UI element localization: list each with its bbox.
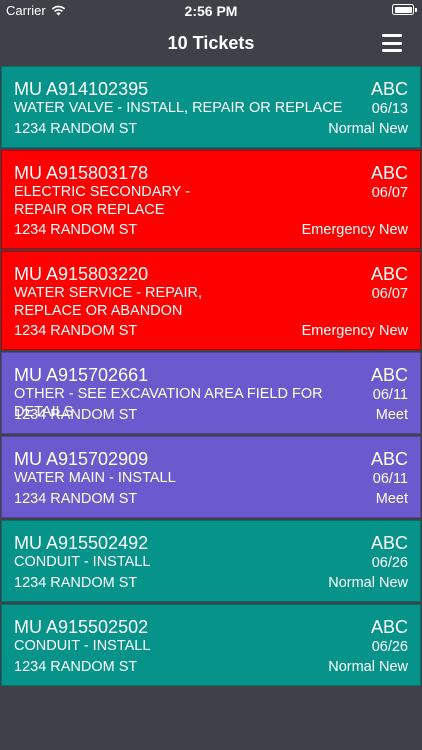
ticket-status: Meet (375, 491, 408, 507)
menu-bar-line (382, 49, 402, 52)
ticket-address: 1234 RANDOM ST (14, 491, 138, 507)
ticket-address: 1234 RANDOM ST (14, 323, 138, 339)
ticket-company: ABC (370, 533, 408, 553)
ticket-status: Emergency New (301, 222, 408, 238)
ticket-id: MU A915502502 (14, 617, 149, 637)
ticket-address: 1234 RANDOM ST (14, 222, 138, 238)
ticket-status: Normal New (328, 659, 408, 675)
battery-icon (392, 4, 417, 15)
ticket-description: WATER MAIN - INSTALL (14, 470, 176, 486)
ticket-id: MU A915803220 (14, 264, 149, 284)
ticket-row[interactable]: MU A915702661 ABC OTHER - SEE EXCAVATION… (1, 352, 421, 434)
ticket-address: 1234 RANDOM ST (14, 121, 138, 137)
ticket-list: MU A914102395 ABC WATER VALVE - INSTALL,… (0, 64, 422, 686)
ticket-id: MU A914102395 (14, 79, 149, 99)
ticket-date: 06/07 (371, 286, 408, 302)
page-title: 10 Tickets (167, 33, 255, 53)
ticket-id: MU A915803178 (14, 163, 149, 183)
ticket-description: WATER VALVE - INSTALL, REPAIR OR REPLACE (14, 100, 343, 116)
ticket-address: 1234 RANDOM ST (14, 407, 138, 423)
ticket-status: Normal New (328, 575, 408, 591)
ticket-company: ABC (370, 617, 408, 637)
ticket-row[interactable]: MU A915502492 ABC CONDUIT - INSTALL 06/2… (1, 520, 421, 602)
ticket-status: Emergency New (301, 323, 408, 339)
ticket-row[interactable]: MU A914102395 ABC WATER VALVE - INSTALL,… (1, 66, 421, 148)
ticket-date: 06/11 (372, 471, 408, 487)
ticket-row[interactable]: MU A915502502 ABC CONDUIT - INSTALL 06/2… (1, 604, 421, 686)
status-time: 2:56 PM (184, 3, 238, 19)
nav-bar: 10 Tickets (0, 22, 422, 64)
hamburger-menu-icon[interactable] (382, 34, 402, 52)
ticket-row[interactable]: MU A915803178 ABC ELECTRIC SECONDARY - R… (1, 150, 421, 249)
ticket-description: CONDUIT - INSTALL (14, 554, 151, 570)
ticket-date: 06/26 (371, 639, 408, 655)
ticket-company: ABC (370, 264, 408, 284)
ticket-description: ELECTRIC SECONDARY - REPAIR OR REPLACE (14, 184, 190, 218)
ticket-status: Normal New (328, 121, 408, 137)
ticket-address: 1234 RANDOM ST (14, 575, 138, 591)
ticket-row[interactable]: MU A915803220 ABC WATER SERVICE - REPAIR… (1, 251, 421, 350)
status-bar: Carrier 2:56 PM (0, 0, 422, 22)
ticket-company: ABC (370, 449, 408, 469)
ticket-date: 06/13 (371, 101, 408, 117)
ticket-row[interactable]: MU A915702909 ABC WATER MAIN - INSTALL 0… (1, 436, 421, 518)
ticket-id: MU A915502492 (14, 533, 149, 553)
ticket-status: Meet (375, 407, 408, 423)
ticket-description: WATER SERVICE - REPAIR, REPLACE OR ABAND… (14, 285, 202, 319)
ticket-company: ABC (370, 79, 408, 99)
ticket-company: ABC (370, 365, 408, 385)
ticket-date: 06/11 (372, 387, 408, 403)
ticket-id: MU A915702909 (14, 449, 149, 469)
status-right (392, 4, 417, 15)
ticket-date: 06/07 (371, 185, 408, 201)
ticket-address: 1234 RANDOM ST (14, 659, 138, 675)
menu-bar-line (382, 41, 402, 45)
ticket-id: MU A915702661 (14, 365, 149, 385)
menu-bar-line (382, 34, 402, 37)
ticket-company: ABC (370, 163, 408, 183)
ticket-description: CONDUIT - INSTALL (14, 638, 151, 654)
ticket-date: 06/26 (371, 555, 408, 571)
